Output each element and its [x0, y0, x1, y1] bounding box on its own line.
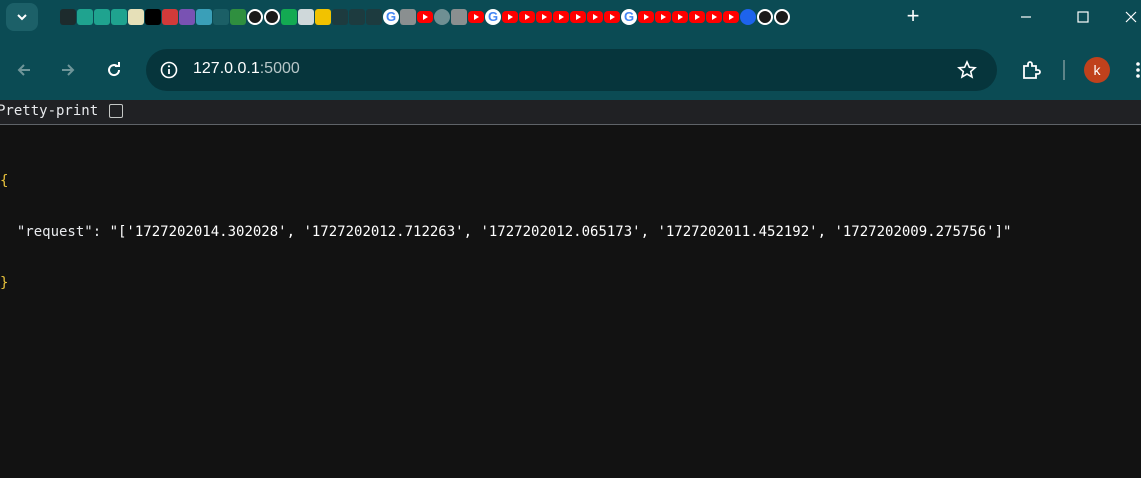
video-icon[interactable]	[451, 9, 467, 25]
close-window-button[interactable]	[1116, 0, 1141, 34]
json-content: { "request": "['1727202014.302028', '172…	[0, 140, 1011, 309]
pretty-print-bar	[0, 100, 1141, 125]
google-icon[interactable]	[485, 9, 501, 25]
google-icon[interactable]	[621, 9, 637, 25]
youtube-icon[interactable]	[689, 11, 705, 23]
toolbar-divider	[1063, 60, 1065, 80]
youtube-icon[interactable]	[587, 11, 603, 23]
json-entry: "request": "['1727202014.302028', '17272…	[0, 223, 1012, 242]
pretty-print-label: Pretty-print	[0, 103, 99, 119]
back-button[interactable]	[8, 56, 40, 84]
openai-icon[interactable]	[757, 9, 773, 25]
pretty-print-checkbox[interactable]	[109, 104, 123, 118]
close-icon	[1125, 11, 1137, 23]
youtube-icon[interactable]	[519, 11, 535, 23]
feather-icon[interactable]	[77, 9, 93, 25]
youtube-icon[interactable]	[672, 11, 688, 23]
minimize-button[interactable]	[1003, 0, 1049, 34]
youtube-icon[interactable]	[638, 11, 654, 23]
globe-icon[interactable]	[434, 9, 450, 25]
json-colon: :	[92, 224, 110, 240]
url-host: 127.0.0.1	[193, 60, 260, 77]
forward-button[interactable]	[52, 56, 84, 84]
tab-strip: +	[0, 0, 1141, 34]
youtube-icon[interactable]	[553, 11, 569, 23]
youtube-icon[interactable]	[468, 11, 484, 23]
new-tab-button[interactable]: +	[903, 5, 923, 27]
reload-icon	[108, 62, 121, 77]
youtube-icon[interactable]	[604, 11, 620, 23]
json-open-brace: {	[0, 173, 9, 189]
menu-icon[interactable]	[1132, 60, 1140, 80]
youtube-icon[interactable]	[502, 11, 518, 23]
maximize-icon	[1077, 11, 1089, 23]
bookmark-star-icon[interactable]	[957, 60, 977, 80]
app-icon[interactable]	[60, 9, 76, 25]
bookmark-icon[interactable]	[162, 9, 178, 25]
wave-icon[interactable]	[196, 9, 212, 25]
pinned-tabs	[60, 7, 790, 27]
site-info-icon[interactable]	[160, 61, 178, 79]
openai-icon[interactable]	[774, 9, 790, 25]
youtube-icon[interactable]	[570, 11, 586, 23]
youtube-icon[interactable]	[706, 11, 722, 23]
maximize-button[interactable]	[1060, 0, 1106, 34]
badge-icon[interactable]	[315, 9, 331, 25]
chevron-icon[interactable]	[366, 9, 382, 25]
grid-icon[interactable]	[298, 9, 314, 25]
youtube-icon[interactable]	[655, 11, 671, 23]
video-icon[interactable]	[400, 9, 416, 25]
reload-button[interactable]	[98, 56, 130, 84]
openai-icon[interactable]	[264, 9, 280, 25]
arrow-right-icon	[62, 64, 75, 76]
extensions-icon[interactable]	[1020, 59, 1042, 81]
code-icon[interactable]	[230, 9, 246, 25]
arrow-left-icon	[17, 64, 30, 76]
chevron-icon[interactable]	[332, 9, 348, 25]
minimize-icon	[1021, 16, 1031, 18]
json-close-brace: }	[0, 275, 9, 291]
json-key: "request"	[16, 224, 93, 240]
youtube-icon[interactable]	[417, 11, 433, 23]
youtube-icon[interactable]	[723, 11, 739, 23]
chart-icon[interactable]	[128, 9, 144, 25]
profile-avatar[interactable]: k	[1084, 57, 1110, 83]
url-port: :5000	[259, 60, 300, 77]
mongodb-icon[interactable]	[281, 9, 297, 25]
url-text[interactable]: 127.0.0.1:5000	[193, 60, 300, 78]
google-icon[interactable]	[383, 9, 399, 25]
medium-icon[interactable]	[145, 9, 161, 25]
tab-search-button[interactable]	[6, 3, 38, 31]
feather-icon[interactable]	[111, 9, 127, 25]
json-value: "['1727202014.302028', '1727202012.71226…	[109, 224, 1012, 240]
openai-icon[interactable]	[247, 9, 263, 25]
docker-icon[interactable]	[740, 9, 756, 25]
chevron-down-icon	[17, 14, 27, 21]
bootstrap-icon[interactable]	[179, 9, 195, 25]
link-icon[interactable]	[213, 9, 229, 25]
youtube-icon[interactable]	[536, 11, 552, 23]
feather-icon[interactable]	[94, 9, 110, 25]
chevron-icon[interactable]	[349, 9, 365, 25]
